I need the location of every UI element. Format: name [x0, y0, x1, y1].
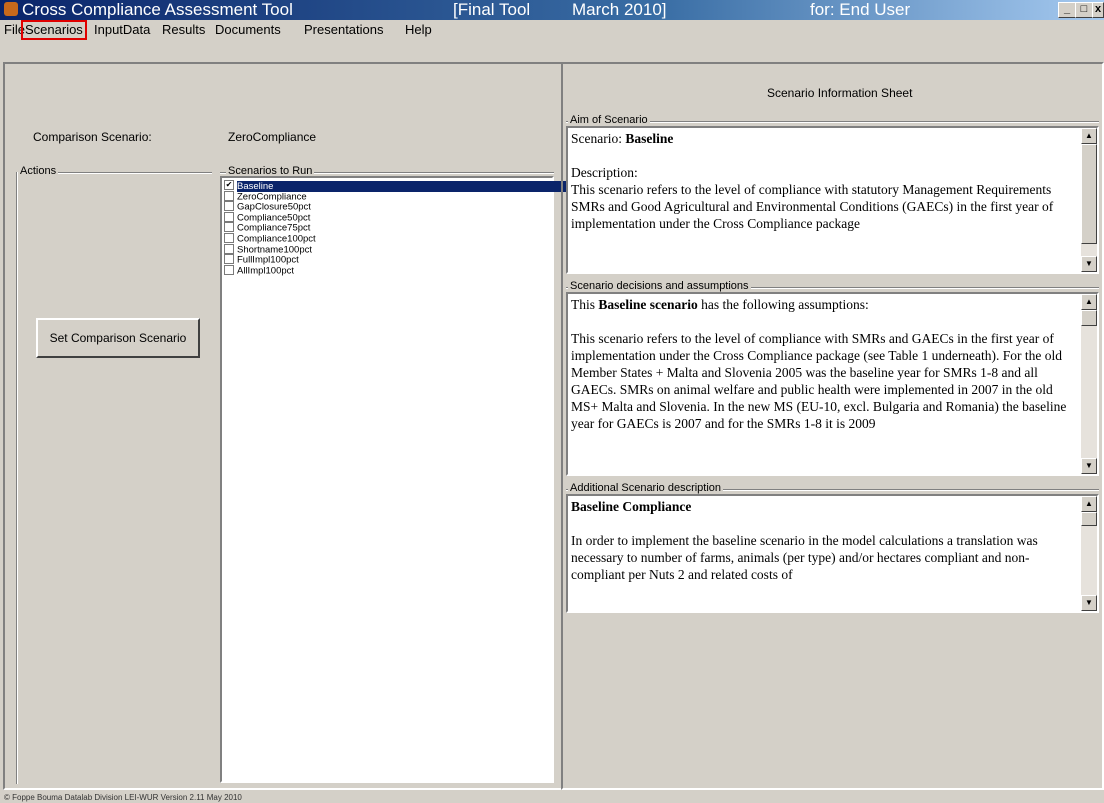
decisions-intro-pre: This: [571, 297, 599, 312]
scenario-checkbox[interactable]: [224, 211, 234, 222]
for-tag: for: End User: [810, 0, 911, 19]
actions-group-border: [16, 172, 18, 784]
scroll-thumb[interactable]: [1081, 512, 1097, 526]
minimize-icon[interactable]: _: [1058, 2, 1076, 18]
aim-scenario-prefix: Scenario:: [571, 131, 626, 146]
scroll-up-icon[interactable]: ▲: [1081, 128, 1097, 144]
additional-text: In order to implement the baseline scena…: [571, 533, 1038, 582]
decisions-text: This scenario refers to the level of com…: [571, 331, 1067, 431]
scenario-item[interactable]: Shortname100pct: [222, 243, 552, 256]
app-icon: [4, 2, 18, 16]
menu-inputdata[interactable]: InputData: [91, 21, 153, 39]
scroll-down-icon[interactable]: ▼: [1081, 458, 1097, 474]
scroll-thumb[interactable]: [1081, 144, 1097, 244]
sheet-title: Scenario Information Sheet: [767, 86, 913, 100]
aim-scrollbar[interactable]: ▲ ▼: [1081, 128, 1097, 272]
additional-label: Additional Scenario description: [568, 482, 724, 494]
decisions-intro-bold: Baseline scenario: [598, 297, 698, 312]
scenario-label: AllImpl100pct: [237, 265, 295, 277]
menu-presentations[interactable]: Presentations: [301, 21, 387, 39]
comparison-value: ZeroCompliance: [228, 130, 317, 144]
scroll-thumb[interactable]: [1081, 310, 1097, 326]
decisions-label: Scenario decisions and assumptions: [568, 280, 751, 292]
decisions-scrollbar[interactable]: ▲ ▼: [1081, 294, 1097, 474]
scenario-label: ZeroCompliance: [237, 191, 307, 203]
version-tag: [Final Tool: [453, 0, 531, 19]
menu-scenarios[interactable]: Scenarios: [21, 20, 87, 40]
additional-pane[interactable]: Baseline Compliance In order to implemen…: [566, 494, 1099, 613]
scenario-item[interactable]: GapClosure50pct: [222, 201, 552, 213]
scenario-label: Compliance50pct: [237, 212, 311, 224]
set-comparison-button[interactable]: Set Comparison Scenario: [36, 318, 200, 358]
actions-label: Actions: [18, 165, 59, 177]
aim-pane[interactable]: Scenario: Baseline Description: This sce…: [566, 126, 1099, 274]
restore-icon[interactable]: □: [1075, 2, 1093, 18]
scenario-item[interactable]: FullImpl100pct: [222, 254, 552, 266]
decisions-pane[interactable]: This Baseline scenario has the following…: [566, 292, 1099, 476]
scenario-checkbox[interactable]: [224, 243, 234, 254]
scenario-item[interactable]: AllImpl100pct: [222, 264, 552, 277]
aim-desc-text: This scenario refers to the level of com…: [571, 182, 1054, 231]
scroll-up-icon[interactable]: ▲: [1081, 496, 1097, 512]
comparison-label: Comparison Scenario:: [33, 130, 152, 144]
app-title: Cross Compliance Assessment Tool: [22, 0, 293, 19]
scenario-checkbox[interactable]: [224, 264, 234, 275]
scenario-checkbox[interactable]: [224, 222, 234, 233]
menu-help[interactable]: Help: [402, 21, 435, 39]
menu-bar: File Scenarios InputData Results Documen…: [0, 20, 1104, 40]
scroll-down-icon[interactable]: ▼: [1081, 595, 1097, 611]
scenario-label: GapClosure50pct: [237, 201, 311, 213]
additional-title: Baseline Compliance: [571, 499, 692, 514]
scenario-checkbox[interactable]: [224, 201, 234, 212]
scroll-down-icon[interactable]: ▼: [1081, 256, 1097, 272]
scenario-label: Compliance75pct: [237, 222, 311, 234]
title-bar: Cross Compliance Assessment Tool [Final …: [0, 0, 1104, 20]
decisions-intro-post: has the following assumptions:: [697, 297, 869, 312]
scenario-item[interactable]: ZeroCompliance: [222, 190, 552, 203]
scenario-checkbox[interactable]: [224, 254, 234, 265]
scroll-up-icon[interactable]: ▲: [1081, 294, 1097, 310]
scenario-checkbox[interactable]: [224, 190, 234, 201]
aim-desc-label: Description:: [571, 165, 638, 180]
aim-scenario-name: Baseline: [625, 131, 674, 146]
scenario-list[interactable]: ✔ Baseline ZeroCompliance GapClosure50pct Co…: [220, 176, 674, 783]
menu-results[interactable]: Results: [159, 21, 208, 39]
scenario-item[interactable]: Compliance75pct: [222, 222, 552, 234]
scenario-label: Compliance100pct: [237, 233, 316, 245]
scenario-item[interactable]: Compliance100pct: [222, 232, 552, 245]
additional-scrollbar[interactable]: ▲ ▼: [1081, 496, 1097, 611]
scenario-item[interactable]: Compliance50pct: [222, 211, 552, 224]
menu-documents[interactable]: Documents: [212, 21, 284, 39]
scenario-label: FullImpl100pct: [237, 254, 299, 266]
scenario-label: Shortname100pct: [237, 244, 312, 256]
status-bar: © Foppe Bouma Datalab Division LEI-WUR V…: [4, 793, 242, 802]
close-icon[interactable]: x: [1092, 2, 1104, 18]
scenario-checkbox[interactable]: [224, 232, 234, 243]
aim-label: Aim of Scenario: [568, 114, 650, 126]
scenario-item[interactable]: ✔ Baseline: [222, 180, 674, 192]
scenario-checkbox[interactable]: ✔: [224, 180, 234, 190]
date-tag: March 2010]: [572, 0, 667, 19]
